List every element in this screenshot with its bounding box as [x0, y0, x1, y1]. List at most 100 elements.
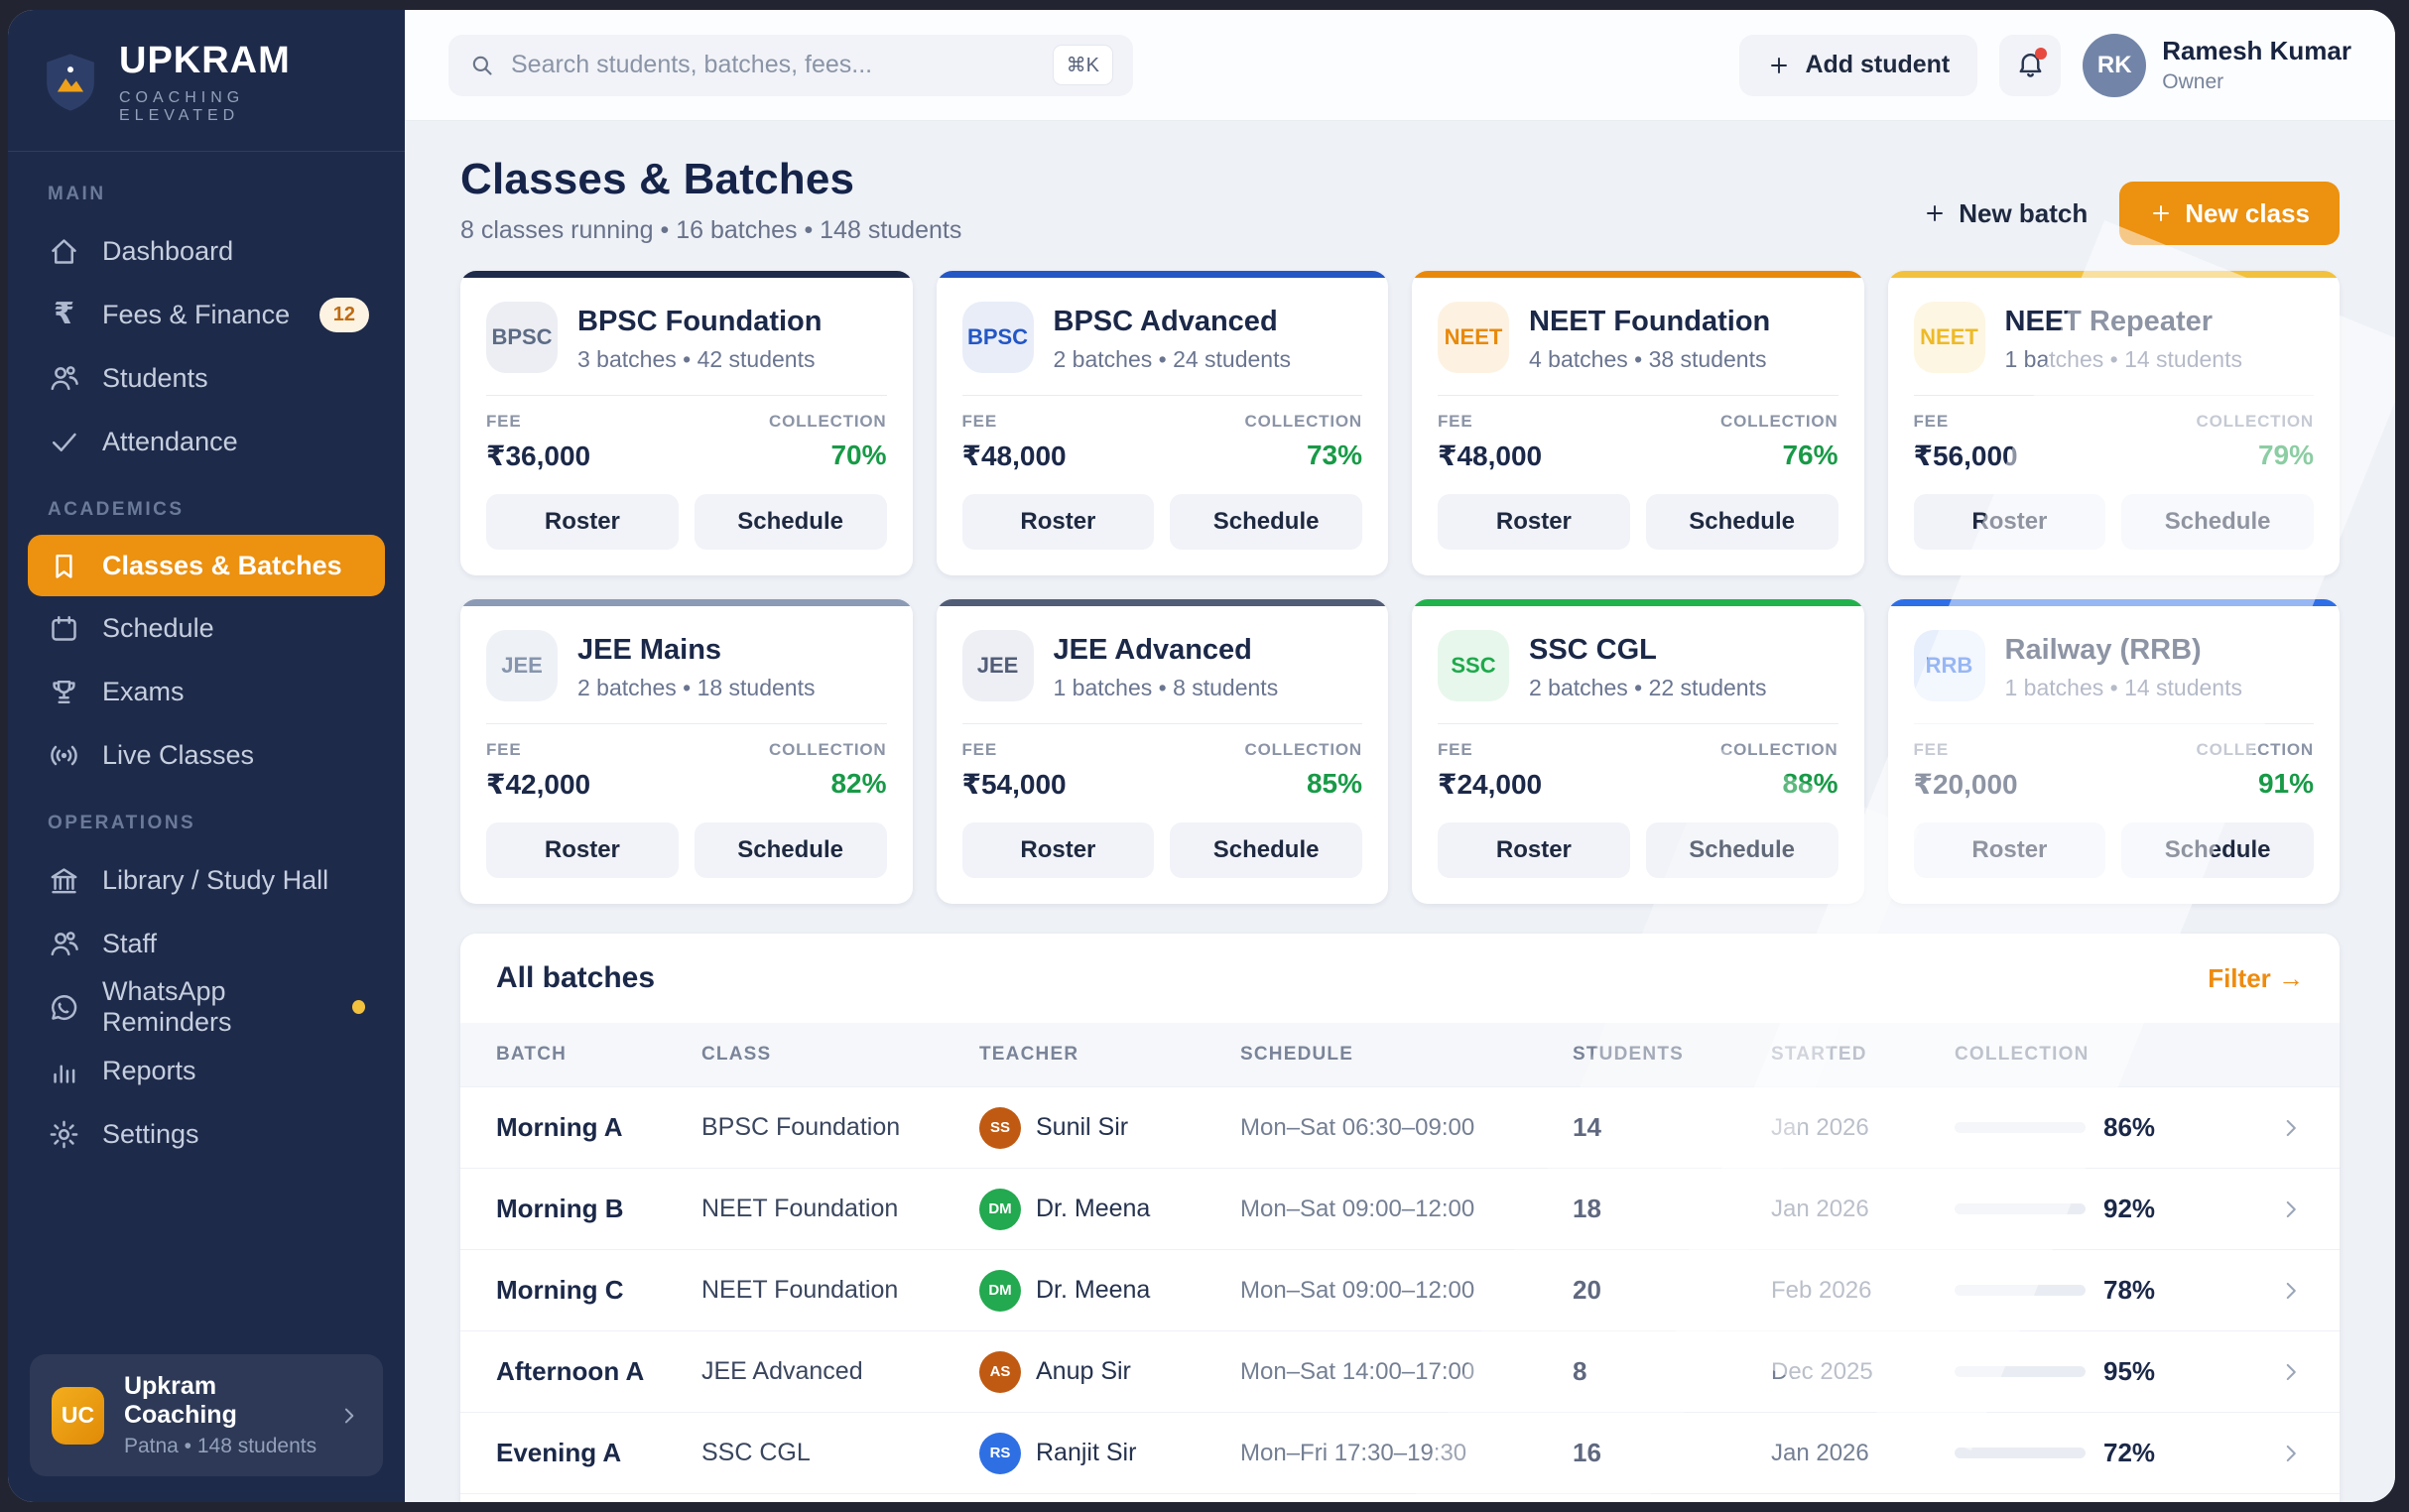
schedule-button[interactable]: Schedule — [1646, 494, 1838, 550]
sidebar-item[interactable]: Students — [8, 346, 405, 410]
roster-button[interactable]: Roster — [962, 822, 1155, 878]
table-row[interactable]: Morning B NEET Foundation DM Dr. Meena M… — [460, 1168, 2340, 1249]
collection-progress — [1955, 1122, 2086, 1133]
content-column: ⌘K Add student RK Ramesh Kumar — [405, 10, 2395, 1502]
class-name: NEET Foundation — [701, 1276, 979, 1305]
filter-button[interactable]: Filter → — [2208, 963, 2304, 994]
sidebar-item[interactable]: Attendance — [8, 410, 405, 473]
page-header: Classes & Batches 8 classes running • 16… — [460, 155, 2340, 245]
sidebar-item[interactable]: Schedule — [8, 596, 405, 660]
table-row[interactable]: Evening B BPSC Foundation SS Sunil Sir M… — [460, 1493, 2340, 1502]
class-card[interactable]: RRB Railway (RRB) 1 batches • 14 student… — [1888, 599, 2341, 904]
class-card[interactable]: BPSC BPSC Foundation 3 batches • 42 stud… — [460, 271, 913, 575]
sidebar-item[interactable]: Settings — [8, 1102, 405, 1166]
schedule-button[interactable]: Schedule — [2121, 494, 2314, 550]
class-card[interactable]: BPSC BPSC Advanced 2 batches • 24 studen… — [937, 271, 1389, 575]
batch-schedule: Mon–Sat 09:00–12:00 — [1240, 1277, 1573, 1305]
fee-value: ₹48,000 — [1438, 440, 1542, 472]
add-student-button[interactable]: Add student — [1739, 35, 1977, 96]
org-meta: Patna • 148 students — [124, 1435, 317, 1458]
user-menu[interactable]: RK Ramesh Kumar Owner — [2083, 34, 2351, 97]
card-accent-bar — [937, 599, 1389, 606]
gear-icon — [48, 1118, 80, 1151]
sidebar-item[interactable]: WhatsApp Reminders — [8, 975, 405, 1039]
all-batches-panel: All batches Filter → BATCH CLASS TEACHER… — [460, 934, 2340, 1502]
class-title: SSC CGL — [1529, 634, 1767, 667]
class-card[interactable]: SSC SSC CGL 2 batches • 22 students FEE — [1412, 599, 1864, 904]
sidebar-item[interactable]: Library / Study Hall — [8, 848, 405, 912]
roster-button[interactable]: Roster — [1438, 822, 1630, 878]
class-meta: 2 batches • 18 students — [577, 675, 816, 701]
nav-group-main: Dashboard ₹ Fees & Finance 12 Students — [8, 219, 405, 473]
start-month: Jan 2026 — [1771, 1196, 1955, 1223]
schedule-button[interactable]: Schedule — [1170, 822, 1362, 878]
table-row[interactable]: Morning C NEET Foundation DM Dr. Meena M… — [460, 1249, 2340, 1330]
schedule-button[interactable]: Schedule — [695, 822, 887, 878]
start-month: Jan 2026 — [1771, 1440, 1955, 1467]
teacher-avatar: SS — [979, 1107, 1021, 1149]
schedule-button[interactable]: Schedule — [2121, 822, 2314, 878]
main-area: Classes & Batches 8 classes running • 16… — [405, 121, 2395, 1502]
new-class-button[interactable]: New class — [2119, 182, 2340, 245]
student-count: 18 — [1573, 1194, 1771, 1224]
roster-button[interactable]: Roster — [1914, 494, 2106, 550]
collection-value: 82% — [769, 768, 887, 800]
chevron-right-icon[interactable] — [2278, 1359, 2304, 1385]
new-batch-button[interactable]: New batch — [1905, 182, 2105, 245]
sidebar-item-label: Reports — [102, 1056, 196, 1086]
users-icon — [48, 362, 80, 395]
fee-value: ₹54,000 — [962, 768, 1067, 801]
class-abbrev-badge: BPSC — [486, 302, 558, 373]
bank-icon — [48, 864, 80, 897]
user-name: Ramesh Kumar — [2162, 36, 2351, 66]
roster-button[interactable]: Roster — [486, 822, 679, 878]
roster-button[interactable]: Roster — [486, 494, 679, 550]
table-row[interactable]: Evening A SSC CGL RS Ranjit Sir Mon–Fri … — [460, 1412, 2340, 1493]
notification-dot — [352, 1000, 365, 1014]
sidebar-item[interactable]: Staff — [8, 912, 405, 975]
class-abbrev-badge: RRB — [1914, 630, 1985, 701]
search-input[interactable] — [511, 51, 1037, 79]
sidebar-item[interactable]: Exams — [8, 660, 405, 723]
sidebar-item[interactable]: Classes & Batches — [28, 535, 385, 596]
chevron-right-icon[interactable] — [2278, 1197, 2304, 1222]
divider — [1914, 395, 2315, 396]
class-meta: 1 batches • 14 students — [2005, 675, 2243, 701]
notifications-button[interactable] — [1999, 35, 2061, 96]
chevron-right-icon[interactable] — [2278, 1115, 2304, 1141]
schedule-button[interactable]: Schedule — [1170, 494, 1362, 550]
sidebar-item[interactable]: Reports — [8, 1039, 405, 1102]
card-accent-bar — [460, 271, 913, 278]
table-row[interactable]: Morning A BPSC Foundation SS Sunil Sir M… — [460, 1086, 2340, 1168]
class-card[interactable]: JEE JEE Advanced 1 batches • 8 students … — [937, 599, 1389, 904]
roster-button[interactable]: Roster — [962, 494, 1155, 550]
fee-value: ₹36,000 — [486, 440, 590, 472]
class-card[interactable]: NEET NEET Repeater 1 batches • 14 studen… — [1888, 271, 2341, 575]
class-card[interactable]: JEE JEE Mains 2 batches • 18 students FE… — [460, 599, 913, 904]
page-title: Classes & Batches — [460, 155, 961, 204]
sidebar-item[interactable]: Dashboard — [8, 219, 405, 283]
collection-label: COLLECTION — [769, 412, 887, 432]
fee-value: ₹20,000 — [1914, 768, 2018, 801]
sidebar-item-label: Staff — [102, 929, 157, 959]
table-header-row: BATCH CLASS TEACHER SCHEDULE STUDENTS ST… — [460, 1023, 2340, 1086]
sidebar-nav: MAIN Dashboard ₹ Fees & Finance 12 — [8, 152, 405, 1334]
roster-button[interactable]: Roster — [1914, 822, 2106, 878]
schedule-button[interactable]: Schedule — [695, 494, 887, 550]
org-switcher[interactable]: UC Upkram Coaching Patna • 148 students — [30, 1354, 383, 1476]
class-cards-grid: BPSC BPSC Foundation 3 batches • 42 stud… — [460, 271, 2340, 904]
fee-value: ₹24,000 — [1438, 768, 1542, 801]
class-card[interactable]: NEET NEET Foundation 4 batches • 38 stud… — [1412, 271, 1864, 575]
sidebar-item[interactable]: ₹ Fees & Finance 12 — [8, 283, 405, 346]
start-month: Feb 2026 — [1771, 1277, 1955, 1305]
chevron-right-icon[interactable] — [2278, 1278, 2304, 1304]
class-title: Railway (RRB) — [2005, 634, 2243, 667]
table-row[interactable]: Afternoon A JEE Advanced AS Anup Sir Mon… — [460, 1330, 2340, 1412]
global-search[interactable]: ⌘K — [448, 35, 1133, 96]
chevron-right-icon[interactable] — [2278, 1441, 2304, 1466]
schedule-button[interactable]: Schedule — [1646, 822, 1838, 878]
user-role: Owner — [2162, 70, 2351, 94]
sidebar-item[interactable]: Live Classes — [8, 723, 405, 787]
roster-button[interactable]: Roster — [1438, 494, 1630, 550]
col-students: STUDENTS — [1573, 1044, 1771, 1066]
